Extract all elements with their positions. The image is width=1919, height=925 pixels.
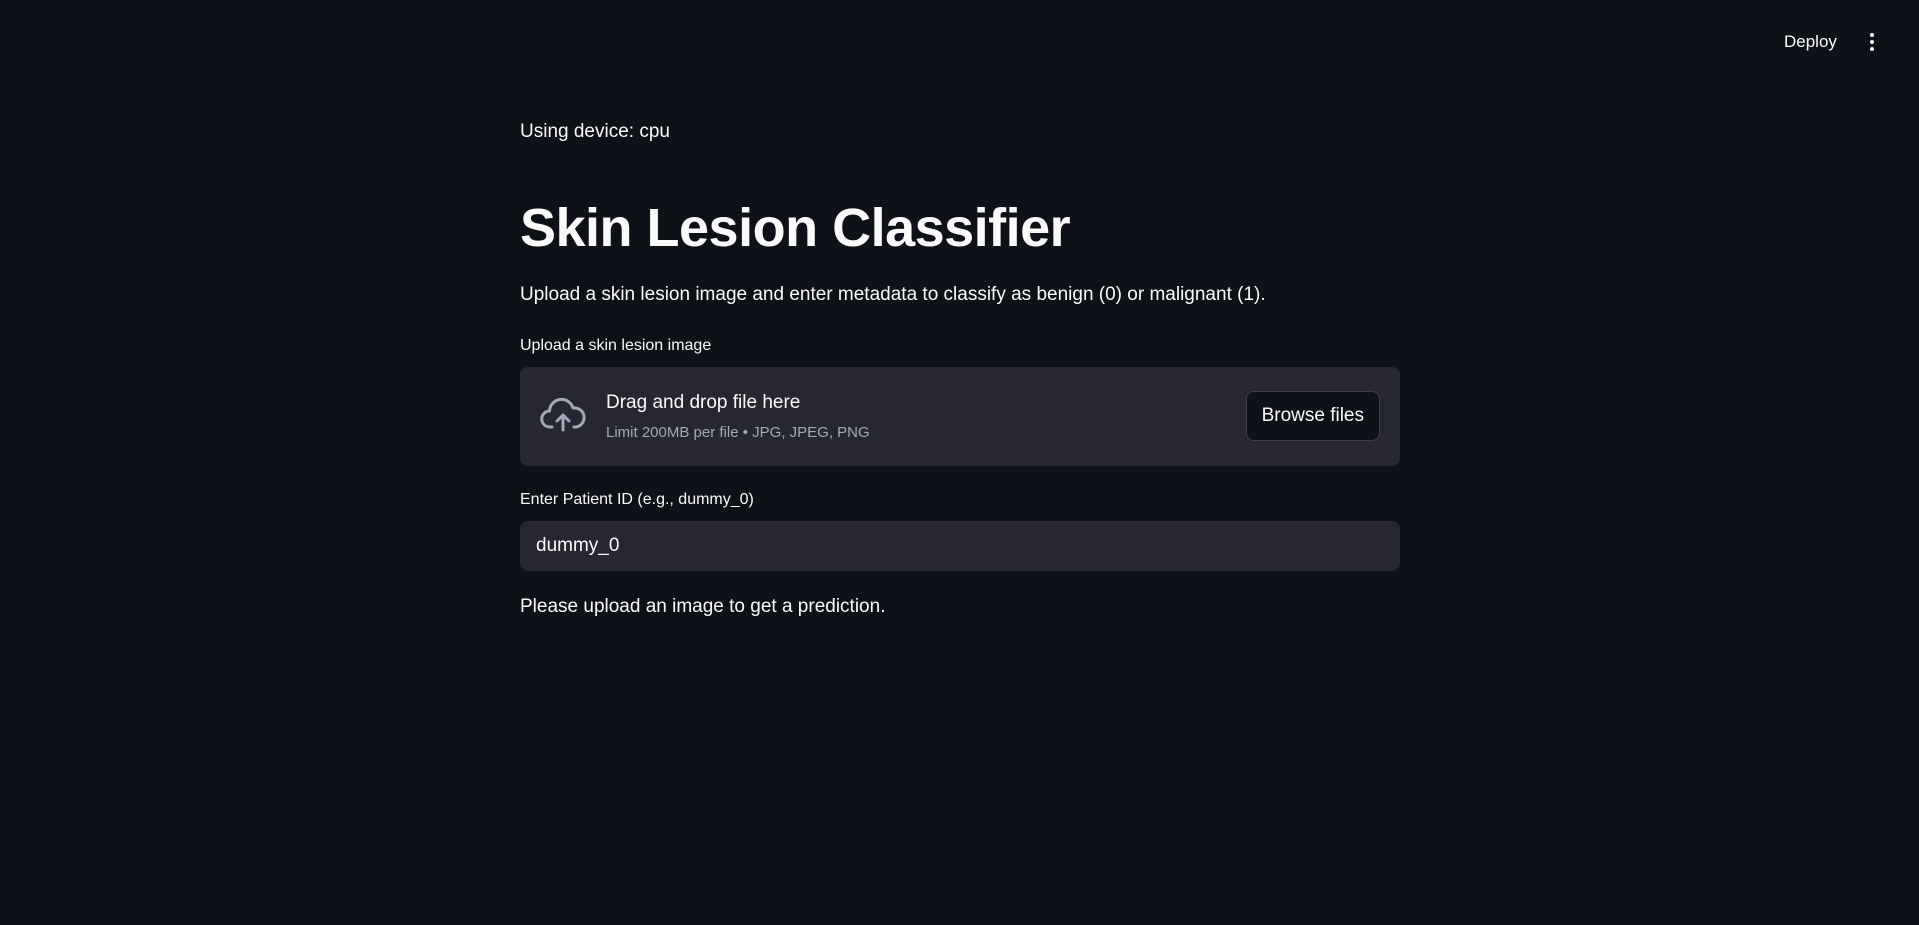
page-description: Upload a skin lesion image and enter met… <box>520 284 1266 305</box>
kebab-menu-icon[interactable] <box>1860 28 1884 56</box>
device-info-text: Using device: cpu <box>520 121 670 142</box>
patient-id-input[interactable] <box>520 521 1400 571</box>
dropzone-title: Drag and drop file here <box>606 392 801 413</box>
deploy-button[interactable]: Deploy <box>1772 26 1849 58</box>
file-dropzone[interactable]: Drag and drop file here Limit 200MB per … <box>520 367 1400 466</box>
info-message: Please upload an image to get a predicti… <box>520 596 886 617</box>
cloud-upload-icon <box>540 397 586 432</box>
patient-id-label: Enter Patient ID (e.g., dummy_0) <box>520 491 754 508</box>
browse-files-button[interactable]: Browse files <box>1245 391 1380 441</box>
app-header: Deploy <box>0 0 1919 84</box>
file-uploader-label: Upload a skin lesion image <box>520 337 712 354</box>
dropzone-limit-text: Limit 200MB per file • JPG, JPEG, PNG <box>606 424 870 441</box>
page-title: Skin Lesion Classifier <box>520 198 1071 258</box>
